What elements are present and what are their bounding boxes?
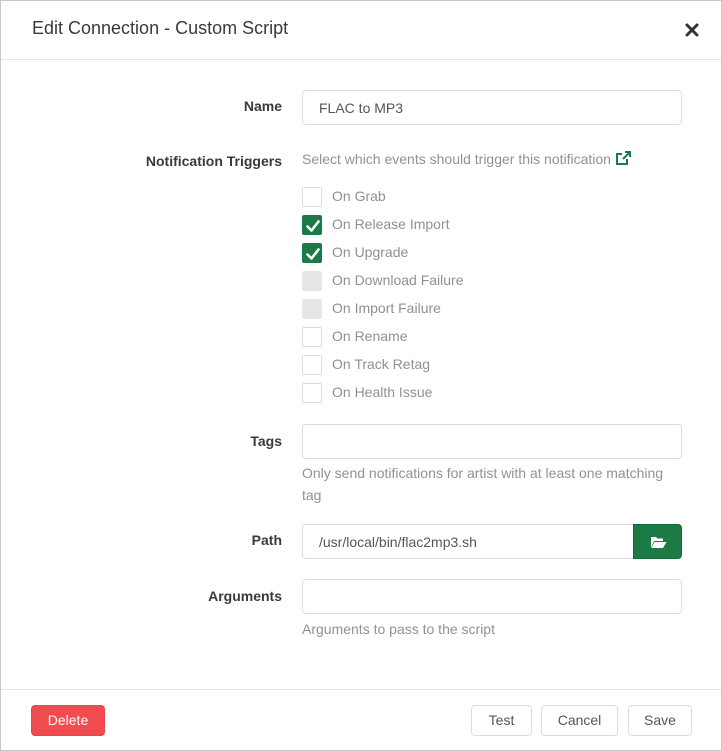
tags-help: Only send notifications for artist with … bbox=[302, 462, 692, 506]
tags-help-line1: Only send notifications for artist with … bbox=[302, 465, 664, 481]
browse-path-button[interactable] bbox=[633, 524, 682, 559]
checkbox-on-health-issue[interactable] bbox=[302, 383, 322, 403]
checkmark-icon bbox=[306, 248, 320, 260]
notification-triggers-help-text: Select which events should trigger this … bbox=[302, 151, 611, 167]
checkmark-icon bbox=[306, 220, 320, 232]
folder-open-icon bbox=[651, 537, 667, 548]
tags-input[interactable] bbox=[302, 424, 682, 459]
trigger-label: On Track Retag bbox=[332, 356, 431, 372]
arguments-help: Arguments to pass to the script bbox=[302, 621, 495, 637]
checkbox-on-grab[interactable] bbox=[302, 187, 322, 207]
arguments-input[interactable] bbox=[302, 579, 682, 614]
close-icon bbox=[685, 23, 699, 37]
modal-title: Edit Connection - Custom Script bbox=[32, 18, 289, 38]
tags-label: Tags bbox=[250, 433, 282, 449]
modal-footer: Delete Test Cancel Save bbox=[1, 689, 721, 751]
checkbox-on-upgrade[interactable] bbox=[302, 243, 322, 263]
path-input[interactable]: /usr/local/bin/flac2mp3.sh bbox=[302, 524, 634, 559]
delete-button[interactable]: Delete bbox=[31, 705, 105, 736]
trigger-label: On Release Import bbox=[332, 216, 450, 232]
save-button[interactable]: Save bbox=[628, 705, 692, 736]
checkbox-on-track-retag[interactable] bbox=[302, 355, 322, 375]
checkbox-on-download-failure bbox=[302, 271, 322, 291]
path-label: Path bbox=[251, 532, 282, 548]
close-button[interactable] bbox=[681, 19, 703, 41]
notification-triggers-label: Notification Triggers bbox=[145, 153, 282, 169]
trigger-label: On Grab bbox=[332, 188, 386, 204]
trigger-label: On Import Failure bbox=[332, 300, 441, 316]
tags-help-line2: tag bbox=[302, 487, 322, 503]
trigger-label: On Upgrade bbox=[332, 244, 409, 260]
arguments-label: Arguments bbox=[208, 588, 282, 604]
modal-header: Edit Connection - Custom Script bbox=[1, 1, 721, 60]
notification-triggers-help: Select which events should trigger this … bbox=[302, 148, 692, 171]
checkbox-on-rename[interactable] bbox=[302, 327, 322, 347]
trigger-label: On Download Failure bbox=[332, 272, 464, 288]
external-link-icon[interactable] bbox=[615, 149, 631, 171]
cancel-button[interactable]: Cancel bbox=[541, 705, 618, 736]
name-input[interactable]: FLAC to MP3 bbox=[302, 90, 682, 125]
edit-connection-modal: Edit Connection - Custom Script Name FLA… bbox=[0, 0, 722, 751]
trigger-label: On Rename bbox=[332, 328, 408, 344]
trigger-label: On Health Issue bbox=[332, 384, 433, 400]
checkbox-on-import-failure bbox=[302, 299, 322, 319]
name-label: Name bbox=[243, 98, 282, 114]
checkbox-on-release-import[interactable] bbox=[302, 215, 322, 235]
test-button[interactable]: Test bbox=[471, 705, 532, 736]
